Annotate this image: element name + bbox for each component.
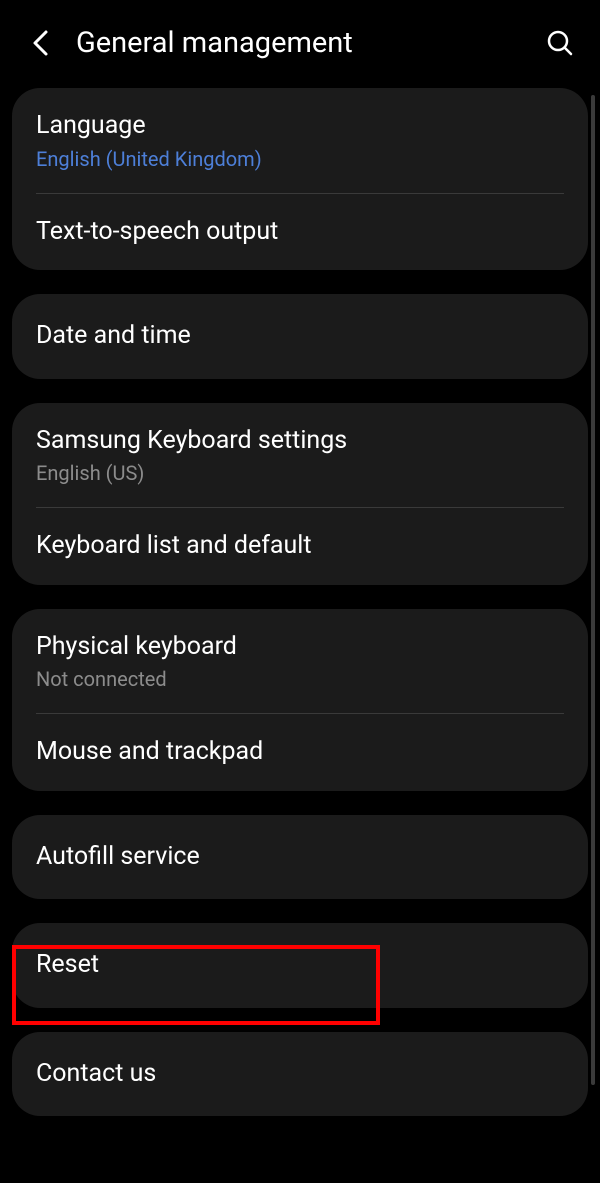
settings-item-language[interactable]: Language English (United Kingdom): [12, 88, 588, 193]
settings-item-date-time[interactable]: Date and time: [12, 294, 588, 379]
settings-card: Autofill service: [12, 815, 588, 900]
item-title: Physical keyboard: [36, 631, 564, 664]
item-title: Reset: [36, 949, 564, 982]
item-title: Mouse and trackpad: [36, 736, 564, 769]
scrollbar[interactable]: [591, 95, 595, 1085]
item-title: Autofill service: [36, 841, 564, 874]
settings-item-tts[interactable]: Text-to-speech output: [12, 194, 588, 271]
item-title: Text-to-speech output: [36, 216, 564, 249]
content: Language English (United Kingdom) Text-t…: [0, 88, 600, 1116]
item-subtitle: Not connected: [36, 667, 564, 691]
page-title: General management: [76, 26, 544, 60]
settings-item-autofill[interactable]: Autofill service: [12, 815, 588, 900]
settings-item-keyboard-list[interactable]: Keyboard list and default: [12, 508, 588, 585]
settings-item-contact-us[interactable]: Contact us: [12, 1032, 588, 1117]
item-title: Samsung Keyboard settings: [36, 425, 564, 458]
item-subtitle: English (United Kingdom): [36, 147, 564, 171]
header: General management: [0, 0, 600, 88]
item-title: Language: [36, 110, 564, 143]
settings-card: Samsung Keyboard settings English (US) K…: [12, 403, 588, 585]
settings-card: Reset: [12, 923, 588, 1008]
settings-card: Language English (United Kingdom) Text-t…: [12, 88, 588, 270]
item-title: Keyboard list and default: [36, 530, 564, 563]
search-icon[interactable]: [544, 27, 576, 59]
settings-item-physical-keyboard[interactable]: Physical keyboard Not connected: [12, 609, 588, 714]
settings-item-mouse-trackpad[interactable]: Mouse and trackpad: [12, 714, 588, 791]
back-icon[interactable]: [24, 27, 56, 59]
settings-item-reset[interactable]: Reset: [12, 923, 588, 1008]
item-subtitle: English (US): [36, 461, 564, 485]
item-title: Date and time: [36, 320, 564, 353]
settings-card: Date and time: [12, 294, 588, 379]
settings-item-samsung-keyboard[interactable]: Samsung Keyboard settings English (US): [12, 403, 588, 508]
settings-card: Physical keyboard Not connected Mouse an…: [12, 609, 588, 791]
item-title: Contact us: [36, 1058, 564, 1091]
settings-card: Contact us: [12, 1032, 588, 1117]
